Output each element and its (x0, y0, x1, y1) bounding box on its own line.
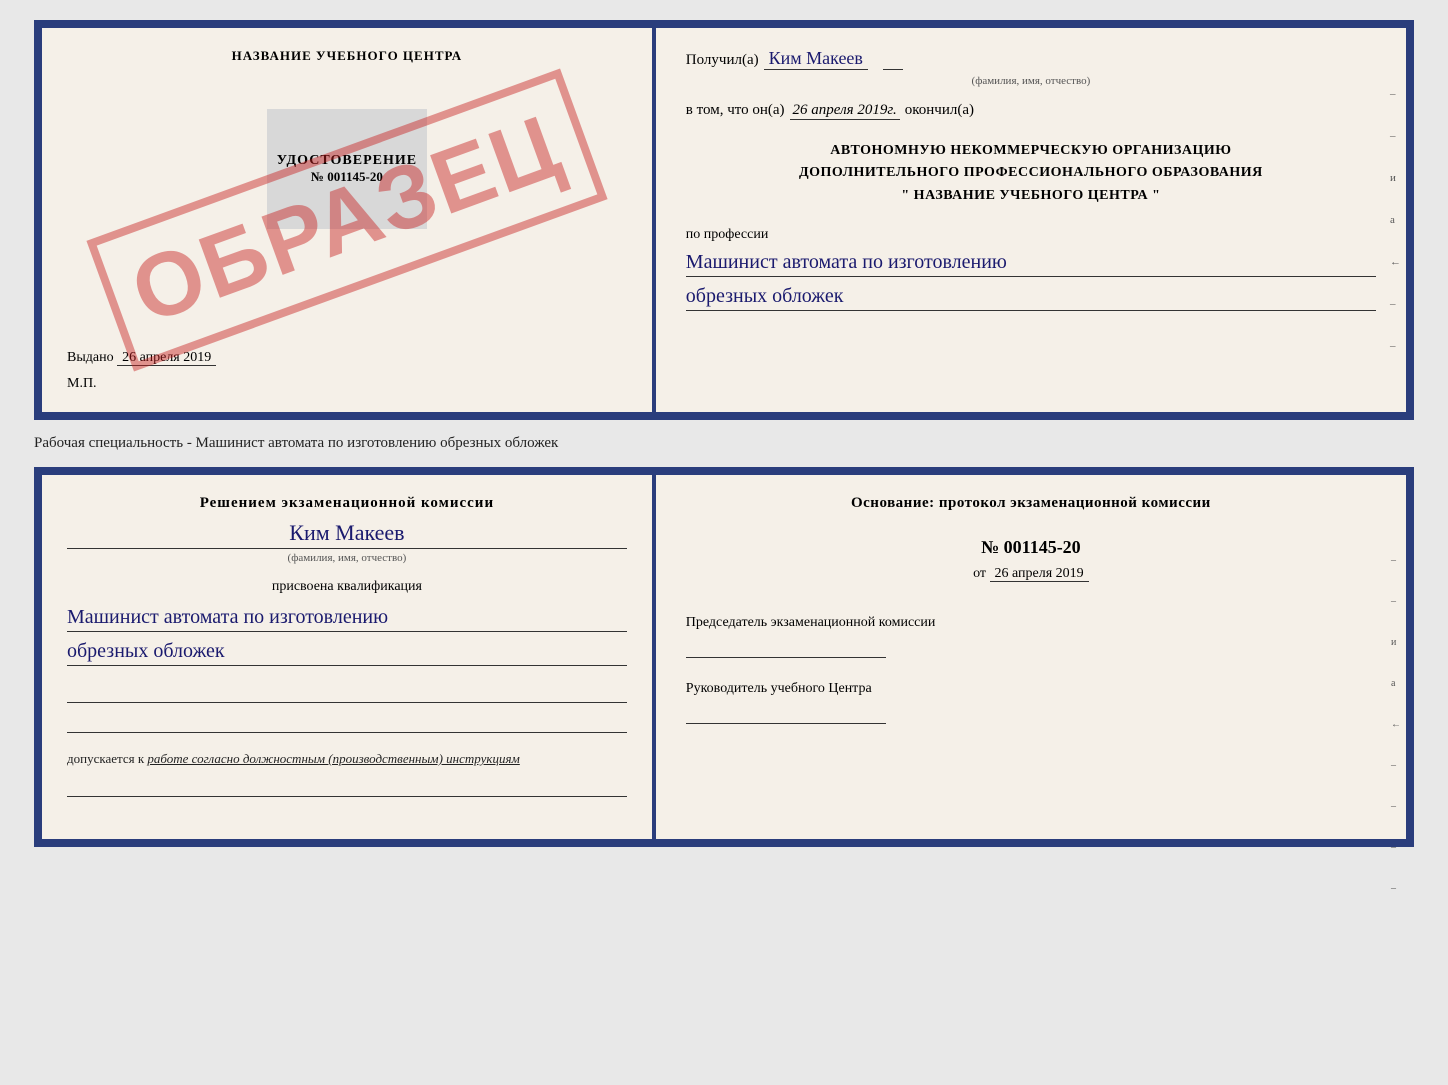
issued-date: 26 апреля 2019 (117, 350, 216, 366)
right-edge-marks: ––иа←–– (1390, 88, 1401, 352)
qualification-line1: Машинист автомата по изготовлению (67, 603, 627, 632)
caption-text: Рабочая специальность - Машинист автомат… (34, 435, 1414, 452)
issued-label: Выдано (67, 350, 114, 365)
blank-line-1 (67, 681, 627, 703)
bottom-line-3 (67, 775, 627, 797)
bottom-lines (67, 681, 627, 741)
protocol-number: № 001145-20 (686, 537, 1376, 558)
fio-subtitle-top: (фамилия, имя, отчество) (686, 75, 1376, 87)
top-left-panel: НАЗВАНИЕ УЧЕБНОГО ЦЕНТРА ОБРАЗЕЦ УДОСТОВ… (42, 28, 656, 412)
issued-line: Выдано 26 апреля 2019 (67, 345, 627, 371)
bottom-right-panel: Основание: протокол экзаменационной коми… (656, 475, 1406, 839)
org-description: АВТОНОМНУЮ НЕКОММЕРЧЕСКУЮ ОРГАНИЗАЦИЮ ДО… (686, 140, 1376, 207)
profession-label: по профессии (686, 227, 1376, 243)
profession-line1: Машинист автомата по изготовлению (686, 248, 1376, 277)
chairman-label: Председатель экзаменационной комиссии (686, 612, 1376, 633)
finished-label: окончил(а) (905, 102, 974, 119)
completion-date: 26 апреля 2019г. (790, 102, 900, 120)
chairman-signature-line (686, 638, 886, 658)
basis-title: Основание: протокол экзаменационной коми… (686, 495, 1376, 512)
bottom-left-panel: Решением экзаменационной комиссии Ким Ма… (42, 475, 656, 839)
director-block: Руководитель учебного Центра (686, 678, 1376, 724)
mp-line: М.П. (67, 376, 627, 392)
director-signature-line (686, 704, 886, 724)
org-line2: ДОПОЛНИТЕЛЬНОГО ПРОФЕССИОНАЛЬНОГО ОБРАЗО… (686, 162, 1376, 184)
org-line1: АВТОНОМНУЮ НЕКОММЕРЧЕСКУЮ ОРГАНИЗАЦИЮ (686, 140, 1376, 162)
cert-title: УДОСТОВЕРЕНИЕ (277, 153, 417, 169)
org-name-top: НАЗВАНИЕ УЧЕБНОГО ЦЕНТРА (232, 48, 463, 64)
in-that-line: в том, что он(а) 26 апреля 2019г. окончи… (686, 102, 1376, 120)
recipient-name: Ким Макеев (764, 48, 868, 70)
date-prefix: от (973, 566, 986, 581)
bottom-right-edge-marks: ––иа←–––– (1391, 555, 1401, 894)
blank-line-2 (67, 711, 627, 733)
qualification-line2: обрезных обложек (67, 637, 627, 666)
top-right-panel: Получил(а) Ким Макеев (фамилия, имя, отч… (656, 28, 1406, 412)
in-that-label: в том, что он(а) (686, 102, 785, 119)
received-line: Получил(а) Ким Макеев (686, 48, 1376, 70)
decision-title: Решением экзаменационной комиссии (67, 495, 627, 512)
cert-number: № 001145-20 (311, 169, 383, 185)
admitted-work-text: работе согласно должностным (производств… (147, 751, 519, 766)
org-line3: " НАЗВАНИЕ УЧЕБНОГО ЦЕНТРА " (686, 185, 1376, 207)
director-label: Руководитель учебного Центра (686, 678, 1376, 699)
received-label: Получил(а) (686, 52, 759, 69)
protocol-date-value: 26 апреля 2019 (990, 566, 1089, 582)
person-name: Ким Макеев (67, 520, 627, 549)
document-container: НАЗВАНИЕ УЧЕБНОГО ЦЕНТРА ОБРАЗЕЦ УДОСТОВ… (34, 20, 1414, 847)
certificate-block: УДОСТОВЕРЕНИЕ № 001145-20 (267, 109, 427, 229)
protocol-date: от 26 апреля 2019 (686, 566, 1376, 582)
chairman-block: Председатель экзаменационной комиссии (686, 612, 1376, 658)
bottom-document: Решением экзаменационной комиссии Ким Ма… (34, 467, 1414, 847)
admitted-text: допускается к работе согласно должностны… (67, 751, 627, 767)
top-document: НАЗВАНИЕ УЧЕБНОГО ЦЕНТРА ОБРАЗЕЦ УДОСТОВ… (34, 20, 1414, 420)
admitted-label: допускается к (67, 751, 144, 766)
profession-line2: обрезных обложек (686, 282, 1376, 311)
fio-center: (фамилия, имя, отчество) (67, 552, 627, 564)
qualification-label: присвоена квалификация (67, 579, 627, 595)
